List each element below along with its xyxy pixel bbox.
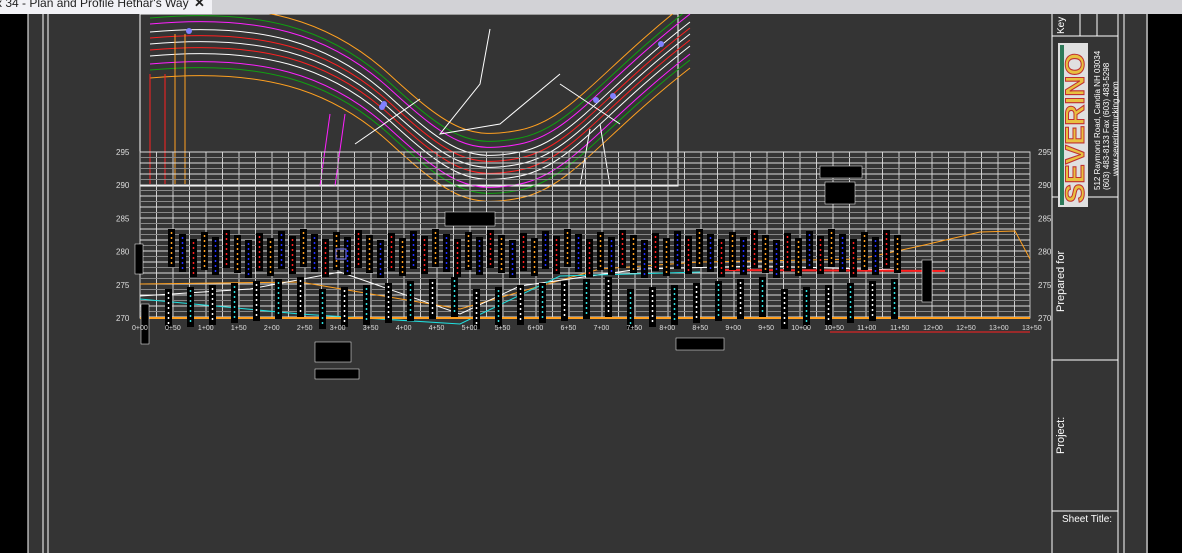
severino-logo: SEVERINO — [1058, 43, 1091, 207]
elevation-label-left: 295 — [116, 148, 130, 157]
side-road — [174, 34, 186, 184]
station-label: 7+00 — [593, 325, 609, 332]
station-label: 8+50 — [692, 325, 708, 332]
control-point — [658, 41, 664, 47]
side-road — [149, 74, 166, 184]
callout-label — [444, 211, 496, 227]
tab-bar: x 34 - Plan and Profile Hethar's Way ✕ — [0, 0, 1182, 14]
station-labels: 0+00 0+50 1+00 1+50 2+00 2+50 3+00 3+50 4+00 4+50… — [132, 325, 1042, 332]
callout-label — [819, 165, 863, 179]
station-label: 2+00 — [264, 325, 280, 332]
station-label: 12+00 — [923, 325, 943, 332]
logo-text: SEVERINO — [1060, 53, 1090, 203]
prepared-for-label: Prepared for — [1055, 250, 1067, 312]
elevation-label-right: 285 — [1038, 214, 1052, 223]
callout-label — [134, 243, 144, 275]
elevation-label-left: 290 — [116, 181, 130, 190]
station-label: 13+50 — [1022, 325, 1042, 332]
station-label: 5+00 — [462, 325, 478, 332]
tab-drawing[interactable]: x 34 - Plan and Profile Hethar's Way ✕ — [0, 0, 212, 14]
control-point — [610, 93, 616, 99]
station-label: 13+00 — [989, 325, 1009, 332]
control-point — [593, 97, 599, 103]
station-label: 9+50 — [758, 325, 774, 332]
road-line — [149, 14, 684, 142]
elevation-label-left: 275 — [116, 281, 130, 290]
station-label: 3+50 — [363, 325, 379, 332]
close-icon[interactable]: ✕ — [194, 0, 205, 9]
station-label: 0+50 — [165, 325, 181, 332]
property-line — [319, 113, 346, 187]
station-label: 2+50 — [297, 325, 313, 332]
key-label: Key — [1056, 16, 1067, 34]
address-text: 512 Raymond Road, Candia NH 03034 — [1093, 50, 1102, 190]
station-label: 7+50 — [626, 325, 642, 332]
station-label: 1+00 — [198, 325, 214, 332]
callout-label — [314, 368, 360, 380]
station-label: 10+00 — [791, 325, 811, 332]
web-text: www.severinotrucking.com — [1111, 81, 1120, 176]
station-label: 5+50 — [495, 325, 511, 332]
sheet-title-label: Sheet Title: — [1062, 514, 1113, 525]
phone-text: (603) 483-8133 Fax (603) 483-5298 — [1102, 62, 1111, 190]
station-label: 11+00 — [857, 325, 876, 332]
control-point — [379, 104, 385, 110]
station-label: 9+00 — [725, 325, 741, 332]
elevation-label-left: 270 — [116, 314, 130, 323]
station-label: 4+00 — [396, 325, 412, 332]
callout-label — [824, 181, 856, 205]
elevation-label-right: 280 — [1038, 248, 1052, 257]
station-label: 8+00 — [659, 325, 675, 332]
project-label: Project: — [1055, 416, 1067, 454]
tab-title: x 34 - Plan and Profile Hethar's Way — [0, 0, 189, 10]
elevation-label-left: 285 — [116, 214, 130, 223]
elevation-label-right: 270 — [1038, 314, 1052, 323]
station-label: 1+50 — [231, 325, 247, 332]
station-label: 0+00 — [132, 325, 148, 332]
station-label: 4+50 — [429, 325, 445, 332]
station-label: 11+50 — [890, 325, 909, 332]
control-point — [186, 28, 192, 34]
elevation-label-right: 275 — [1038, 281, 1052, 290]
lot-line — [438, 28, 561, 135]
profile-line-red — [719, 269, 946, 272]
station-label: 6+00 — [528, 325, 544, 332]
station-label: 12+50 — [956, 325, 976, 332]
station-label: 6+50 — [561, 325, 577, 332]
elevation-label-right: 295 — [1038, 148, 1052, 157]
callout-label — [314, 341, 352, 363]
callout-label — [675, 337, 725, 351]
elevation-label-left: 280 — [116, 248, 130, 257]
station-label: 10+50 — [824, 325, 844, 332]
callout-label — [140, 303, 150, 345]
drawing-canvas[interactable]: 295 295 290 290 285 285 280 280 275 275 270 270 0+0… — [0, 14, 1182, 553]
station-label: 3+00 — [330, 325, 346, 332]
road-line — [149, 14, 691, 148]
elevation-label-right: 290 — [1038, 181, 1052, 190]
callout-label — [921, 259, 933, 303]
